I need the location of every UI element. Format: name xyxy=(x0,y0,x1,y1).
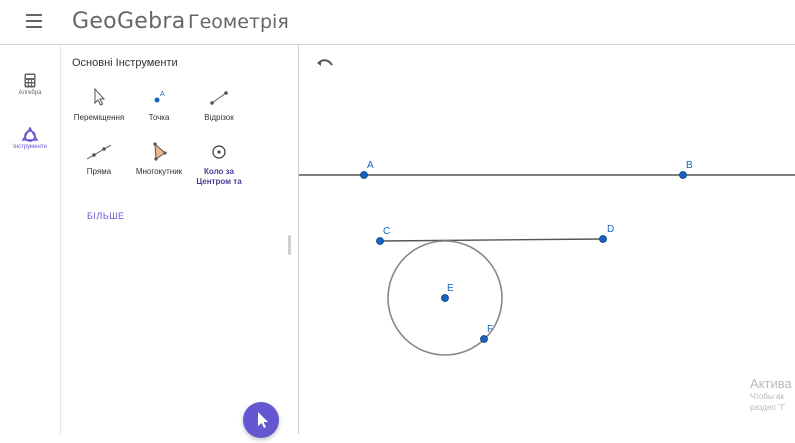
tool-label: Пряма xyxy=(86,167,112,176)
tool-circle-center-point[interactable]: Коло за Центром та xyxy=(187,141,251,187)
tool-line[interactable]: Пряма xyxy=(67,141,131,177)
tool-point[interactable]: A Точка xyxy=(127,87,191,123)
tools-panel: Основні Інструменти Переміщення A Точка … xyxy=(61,45,299,434)
point-f[interactable] xyxy=(480,335,488,343)
move-arrow-icon xyxy=(94,87,106,106)
graphics-view[interactable]: A B C D E F xyxy=(299,45,795,434)
activation-watermark: Актива Чтобы ак раздел "Г xyxy=(750,376,792,413)
panel-title: Основні Інструменти xyxy=(72,57,178,69)
point-b[interactable] xyxy=(679,171,687,179)
calculator-icon xyxy=(24,73,36,88)
app-title: Геометрія xyxy=(188,11,289,33)
point-a[interactable] xyxy=(360,171,368,179)
circle-center-icon xyxy=(212,145,226,159)
watermark-title: Актива xyxy=(750,376,792,391)
tool-label: Точка xyxy=(148,113,170,122)
point-c[interactable] xyxy=(376,237,384,245)
point-label-d: D xyxy=(607,224,614,235)
point-label-a: A xyxy=(367,160,374,171)
top-bar: GeoGebra Геометрія xyxy=(0,0,795,45)
point-icon: A xyxy=(154,91,165,103)
geogebra-logo: GeoGebra xyxy=(72,9,186,34)
point-d[interactable] xyxy=(599,235,607,243)
segment-icon xyxy=(210,91,228,105)
hamburger-menu-icon[interactable] xyxy=(26,14,42,28)
polygon-icon xyxy=(153,142,167,161)
point-label-e: E xyxy=(447,283,454,294)
watermark-line: раздел "Г xyxy=(750,403,786,412)
line-icon xyxy=(86,144,112,160)
tool-label: Многокутник xyxy=(135,167,183,176)
select-tool-fab[interactable] xyxy=(243,402,279,438)
point-label-c: C xyxy=(383,226,390,237)
sidebar-item-algebra[interactable]: Алгебра xyxy=(0,73,60,96)
point-e[interactable] xyxy=(441,294,449,302)
tool-segment[interactable]: Відрізок xyxy=(187,87,251,123)
sidebar-item-tools[interactable]: Інструменти xyxy=(0,127,60,150)
tools-icon xyxy=(21,127,39,142)
tool-label: Переміщення xyxy=(73,113,125,122)
tool-label: Відрізок xyxy=(204,113,234,122)
tool-move[interactable]: Переміщення xyxy=(67,87,131,123)
point-label-b: B xyxy=(686,160,693,171)
tool-polygon[interactable]: Многокутник xyxy=(127,141,191,177)
svg-text:A: A xyxy=(160,91,165,98)
watermark-line: Чтобы ак xyxy=(750,392,784,401)
segment-cd[interactable] xyxy=(379,238,604,242)
sidebar-item-label: Алгебра xyxy=(18,90,42,96)
sidebar: Алгебра Інструменти xyxy=(0,45,61,434)
more-tools-button[interactable]: БІЛЬШЕ xyxy=(87,211,124,221)
cursor-arrow-icon xyxy=(258,412,268,428)
point-label-f: F xyxy=(487,324,493,335)
sidebar-item-label: Інструменти xyxy=(13,144,47,150)
tool-label: Коло за Центром та xyxy=(196,167,242,186)
panel-scrollbar[interactable] xyxy=(288,235,291,255)
